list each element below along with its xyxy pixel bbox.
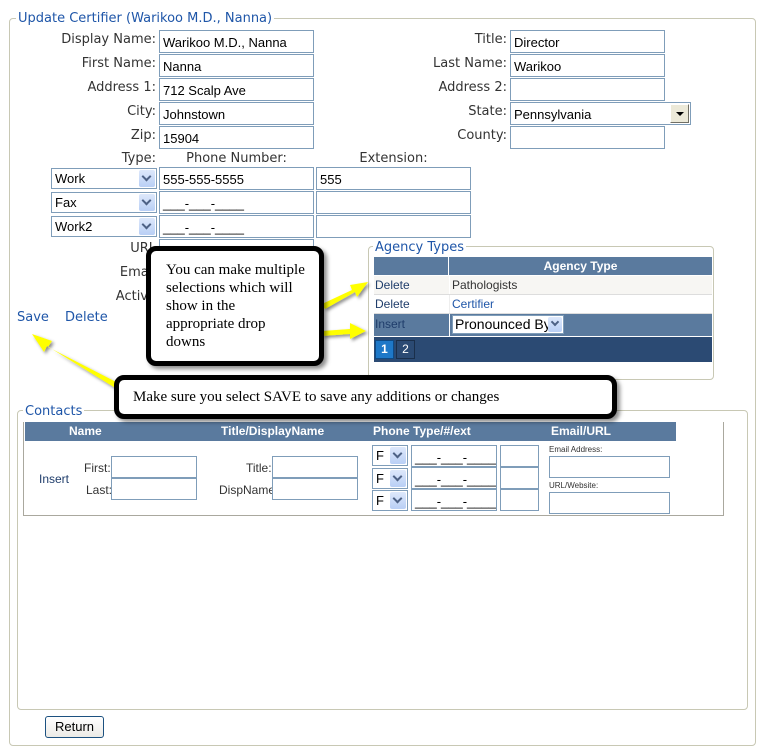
save-reminder-text: Make sure you select SAVE to save any ad… [133, 389, 500, 405]
arrow-to-save-icon [32, 334, 120, 389]
save-reminder-callout: Make sure you select SAVE to save any ad… [114, 375, 617, 419]
multiple-selections-text: You can make multiple selections which w… [166, 262, 305, 350]
arrow-to-insert-row-icon [322, 323, 366, 339]
multiple-selections-callout: You can make multiple selections which w… [146, 246, 324, 366]
annotation-arrows [32, 282, 368, 389]
arrow-to-agency-row-icon [322, 282, 368, 309]
